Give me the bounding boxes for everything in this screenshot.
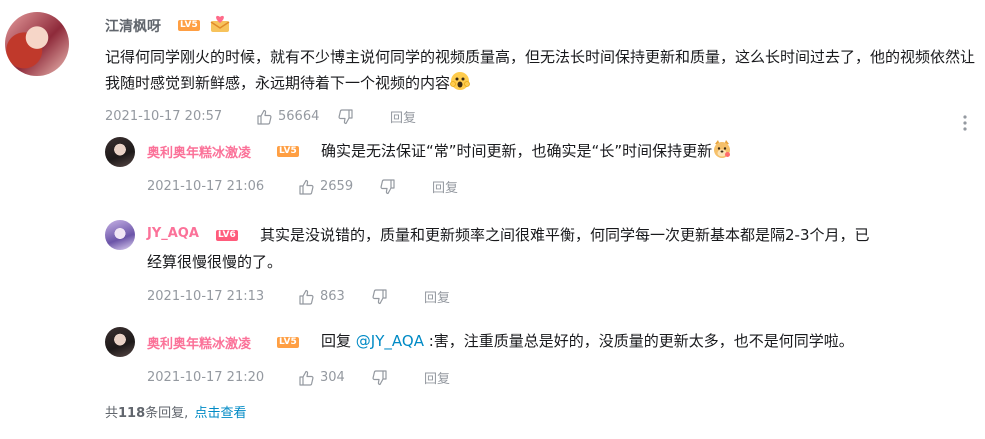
doge-emoji-icon [712,139,732,159]
reply-count-summary: 共118条回复, 点击查看 [105,402,246,421]
commenter-username[interactable]: 江清枫呀 [105,16,161,36]
reply-count: 118 [118,406,146,421]
reply-text-body: 确实是无法保证“常”时间更新，也确实是“长”时间保持更新 [321,142,713,160]
reply-text-line2: 经算很慢很慢的了。 [147,253,283,271]
comment-meta: 2021-10-17 20:57 56664 回复 [105,107,416,126]
thumbs-down-icon[interactable] [372,369,388,386]
like-count: 863 [320,289,345,304]
comment-text-body: 记得何同学刚火的时候，就有不少博主说何同学的视频质量高，但无法长时间保持更新和质… [105,48,976,92]
reply-username[interactable]: 奥利奥年糕冰激凌 [147,142,251,161]
summary-suffix: 条回复, [145,406,189,421]
reply-meta: 2021-10-17 21:20 304 回复 [147,368,450,387]
commenter-avatar[interactable] [5,12,69,76]
like-count: 304 [320,370,345,385]
like-count: 2659 [320,179,354,194]
level-badge: LV5 [277,146,299,157]
thumbs-down-icon[interactable] [338,108,354,125]
level-badge: LV5 [178,20,200,31]
thumbs-up-icon[interactable] [298,370,314,386]
reply-time: 2021-10-17 21:06 [147,179,265,194]
reply-username[interactable]: 奥利奥年糕冰激凌 [147,333,251,352]
more-vertical-icon[interactable] [962,114,968,132]
reply-button[interactable]: 回复 [390,107,416,126]
fan-badge-icon[interactable] [209,14,231,34]
thumbs-down-icon[interactable] [380,178,396,195]
reply-button[interactable]: 回复 [424,287,450,306]
thumbs-up-icon[interactable] [256,109,272,125]
level-badge: LV6 [216,230,238,241]
summary-prefix: 共 [105,406,119,421]
reply-meta: 2021-10-17 21:06 2659 回复 [147,177,458,196]
reply-avatar[interactable] [105,220,135,250]
reply-meta: 2021-10-17 21:13 863 回复 [147,287,450,306]
reply-time: 2021-10-17 21:20 [147,370,265,385]
view-replies-link[interactable]: 点击查看 [194,406,246,421]
reply-button[interactable]: 回复 [424,368,450,387]
reply-avatar[interactable] [105,137,135,167]
thumbs-up-icon[interactable] [298,179,314,195]
reply-button[interactable]: 回复 [432,177,458,196]
reply-text: 确实是无法保证“常”时间更新，也确实是“长”时间保持更新 [321,138,732,164]
thumbs-up-icon[interactable] [298,289,314,305]
thumbs-down-icon[interactable] [372,288,388,305]
reply-username[interactable]: JY_AQA [147,226,199,241]
reply-time: 2021-10-17 21:13 [147,289,265,304]
level-badge: LV5 [277,337,299,348]
like-count: 56664 [278,109,320,124]
reply-avatar[interactable] [105,327,135,357]
reply-text: 回复 @JY_AQA :害，注重质量总是好的，没质量的更新太多，也不是何同学啦。 [321,328,854,354]
reply-text-body: :害，注重质量总是好的，没质量的更新太多，也不是何同学啦。 [428,332,854,350]
comment-time: 2021-10-17 20:57 [105,109,223,124]
reply-prefix: 回复 [321,332,352,350]
comment-text: 记得何同学刚火的时候，就有不少博主说何同学的视频质量高，但无法长时间保持更新和质… [105,44,975,96]
mention-link[interactable]: @JY_AQA [356,332,424,350]
reply-text-line1: 其实是没说错的，质量和更新频率之间很难平衡，何同学每一次更新基本都是隔2-3个月… [260,226,870,244]
scared-face-emoji-icon [450,71,470,91]
